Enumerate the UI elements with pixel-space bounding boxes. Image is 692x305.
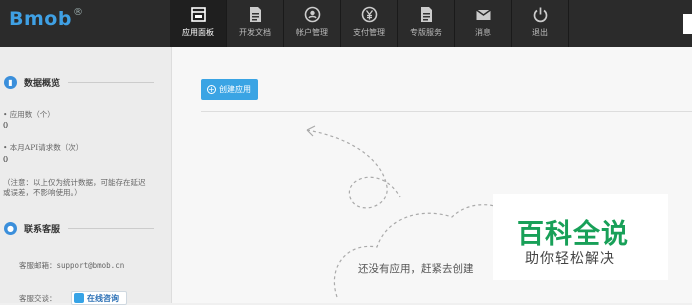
stats-note-line1: （注意：以上仅为统计数据，可能存在延迟 (3, 178, 146, 187)
plus-circle-icon: + (207, 85, 216, 94)
api-count-label: • 本月API请求数（次） (3, 143, 84, 152)
sidebar: ▮ 数据概览 • 应用数（个） 0 • 本月API请求数（次） 0 （注意：以上… (0, 47, 172, 305)
divider (68, 228, 154, 229)
chart-icon: ▮ (4, 76, 17, 89)
nav-label: 退出 (532, 28, 548, 37)
empty-state-message: 还没有应用，赶紧去创建 (358, 263, 474, 275)
nav-item-messages[interactable]: 消息 (455, 0, 512, 47)
nav-label: 消息 (475, 28, 491, 37)
nav-item-app-panel[interactable]: 应用面板 (170, 0, 227, 47)
user-icon: ● (4, 222, 17, 235)
stats-title: 数据概览 (24, 79, 61, 89)
panel-icon (190, 7, 206, 22)
stats-note-line2: 或误差，不影响使用。） (3, 188, 82, 197)
nav-label: 帐户管理 (296, 28, 328, 37)
support-header: ● 联系客服 (4, 222, 164, 235)
registered-mark: ® (72, 7, 84, 18)
app-count-value: 0 (3, 121, 9, 130)
document-icon (249, 7, 261, 22)
content-divider (201, 111, 692, 112)
brand-logo[interactable]: Bmob® (0, 0, 170, 47)
create-app-button[interactable]: + 创建应用 (201, 79, 258, 100)
nav-label: 专版服务 (410, 28, 442, 37)
divider (68, 82, 154, 83)
brand-name: Bmob (9, 8, 72, 30)
nav-label: 应用面板 (182, 28, 214, 37)
nav-item-premium-service[interactable]: 专版服务 (398, 0, 455, 47)
service-doc-icon (420, 7, 432, 22)
mail-icon (475, 9, 491, 20)
watermark-logo: 百科全说 助你轻松解决 (493, 194, 668, 280)
consult-label: 在线咨询 (87, 293, 119, 303)
nav-item-logout[interactable]: 退出 (512, 0, 569, 47)
right-edge-tab (683, 14, 692, 34)
api-count-value: 0 (3, 155, 9, 164)
watermark-title: 百科全说 (517, 219, 629, 250)
account-icon (304, 6, 320, 23)
create-app-label: 创建应用 (219, 85, 251, 94)
main-nav: 应用面板 开发文档 帐户管理 支付管理 专版服务 消息 退出 (170, 0, 569, 47)
chat-icon (74, 293, 84, 303)
nav-item-payment[interactable]: 支付管理 (341, 0, 398, 47)
yen-icon (361, 6, 377, 23)
email-value[interactable]: support@bmob.cn (57, 261, 125, 270)
nav-item-dev-docs[interactable]: 开发文档 (227, 0, 284, 47)
support-title: 联系客服 (24, 225, 61, 235)
power-icon (533, 7, 547, 23)
app-count-label: • 应用数（个） (3, 110, 55, 119)
watermark-subtitle: 助你轻松解决 (525, 251, 615, 267)
top-navbar: Bmob® 应用面板 开发文档 帐户管理 支付管理 专版服务 消息 退出 (0, 0, 692, 47)
nav-label: 开发文档 (239, 28, 271, 37)
nav-label: 支付管理 (353, 28, 385, 37)
stats-header: ▮ 数据概览 (4, 76, 164, 89)
nav-item-account[interactable]: 帐户管理 (284, 0, 341, 47)
email-label: 客服邮箱： (19, 261, 57, 270)
support-email: 客服邮箱：support@bmob.cn (19, 261, 124, 271)
